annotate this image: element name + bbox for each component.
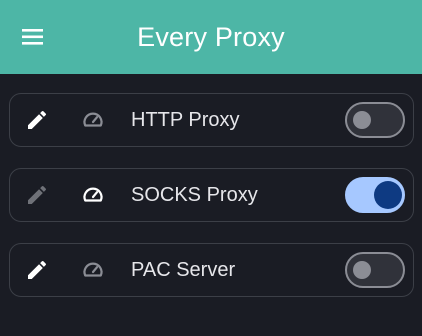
speedometer-icon [81,258,105,282]
pencil-icon[interactable] [25,258,49,282]
proxy-card-http: HTTP Proxy [9,93,414,147]
proxy-toggle-http[interactable] [345,102,405,138]
proxy-label: PAC Server [131,259,236,281]
toggle-knob [353,261,371,279]
pencil-icon [25,183,49,207]
proxy-label: SOCKS Proxy [131,184,258,206]
proxy-toggle-socks[interactable] [345,177,405,213]
app-screen: Every Proxy HTTP Proxy SOCKS Proxy PAC S… [0,0,422,336]
proxy-card-socks: SOCKS Proxy [9,168,414,222]
speedometer-icon [81,108,105,132]
proxy-toggle-pac[interactable] [345,252,405,288]
app-bar: Every Proxy [0,0,422,74]
toggle-knob [374,181,402,209]
proxy-label: HTTP Proxy [131,109,240,131]
pencil-icon[interactable] [25,108,49,132]
proxy-card-pac: PAC Server [9,243,414,297]
app-title: Every Proxy [137,22,285,52]
toggle-knob [353,111,371,129]
speedometer-icon[interactable] [81,183,105,207]
